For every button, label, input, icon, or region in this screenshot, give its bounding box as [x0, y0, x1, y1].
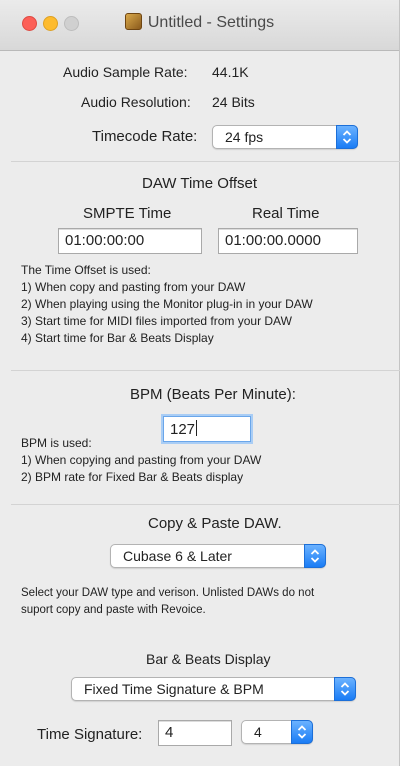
timecode-rate-select[interactable]: 24 fps [212, 125, 358, 149]
daw-note-line: suport copy and paste with Revoice. [21, 604, 206, 616]
title-bar[interactable]: Untitled - Settings [0, 0, 399, 51]
time-signature-numerator: 4 [165, 724, 174, 741]
offset-note-line: The Time Offset is used: [21, 263, 151, 277]
sample-rate-label: Audio Sample Rate: [63, 64, 188, 80]
sample-rate-value: 44.1K [212, 64, 249, 80]
offset-note-line: 2) When playing using the Monitor plug-i… [21, 297, 313, 311]
offset-note-line: 1) When copy and pasting from your DAW [21, 280, 246, 294]
settings-window: Untitled - Settings Audio Sample Rate: 4… [0, 0, 400, 766]
bpm-note-line: 2) BPM rate for Fixed Bar & Beats displa… [21, 470, 244, 484]
chevron-up-down-icon [336, 125, 358, 149]
real-time-field[interactable]: 01:00:00.0000 [218, 228, 358, 254]
separator [11, 504, 400, 505]
smpte-time-value: 01:00:00:00 [65, 232, 145, 249]
separator [11, 370, 400, 371]
offset-notes: The Time Offset is used: 1) When copy an… [21, 262, 313, 347]
bar-beats-heading: Bar & Beats Display [146, 651, 271, 667]
app-icon [124, 13, 142, 30]
chevron-up-down-icon [291, 720, 313, 744]
timecode-rate-label: Timecode Rate: [92, 128, 198, 145]
time-signature-denominator-select[interactable]: 4 [241, 720, 313, 744]
copy-paste-heading: Copy & Paste DAW. [148, 515, 282, 532]
bpm-heading: BPM (Beats Per Minute): [130, 386, 296, 403]
window-title-group: Untitled - Settings [0, 13, 399, 32]
separator [11, 161, 400, 162]
time-signature-label: Time Signature: [37, 726, 143, 743]
time-signature-denominator: 4 [254, 724, 262, 740]
daw-offset-heading: DAW Time Offset [142, 175, 258, 192]
daw-type-select[interactable]: Cubase 6 & Later [110, 544, 326, 568]
text-caret [196, 420, 198, 436]
chevron-up-down-icon [334, 677, 356, 701]
bar-beats-mode-value: Fixed Time Signature & BPM [84, 681, 264, 697]
daw-note-line: Select your DAW type and verison. Unlist… [21, 587, 315, 599]
bar-beats-mode-select[interactable]: Fixed Time Signature & BPM [71, 677, 356, 701]
real-time-value: 01:00:00.0000 [225, 232, 321, 249]
bpm-note-line: 1) When copying and pasting from your DA… [21, 453, 262, 467]
real-time-label: Real Time [252, 205, 320, 222]
smpte-time-label: SMPTE Time [83, 205, 172, 222]
smpte-time-field[interactable]: 01:00:00:00 [58, 228, 202, 254]
daw-type-value: Cubase 6 & Later [123, 548, 232, 564]
timecode-rate-value: 24 fps [225, 129, 264, 145]
offset-note-line: 3) Start time for MIDI files imported fr… [21, 314, 292, 328]
time-signature-numerator-field[interactable]: 4 [158, 720, 232, 746]
bpm-note-line: BPM is used: [21, 436, 92, 450]
chevron-up-down-icon [304, 544, 326, 568]
resolution-label: Audio Resolution: [81, 94, 191, 110]
resolution-value: 24 Bits [212, 94, 255, 110]
window-title: Untitled - Settings [147, 14, 275, 31]
daw-notes: Select your DAW type and verison. Unlist… [21, 585, 314, 619]
bpm-notes: BPM is used: 1) When copying and pasting… [21, 435, 261, 486]
offset-note-line: 4) Start time for Bar & Beats Display [21, 331, 214, 345]
